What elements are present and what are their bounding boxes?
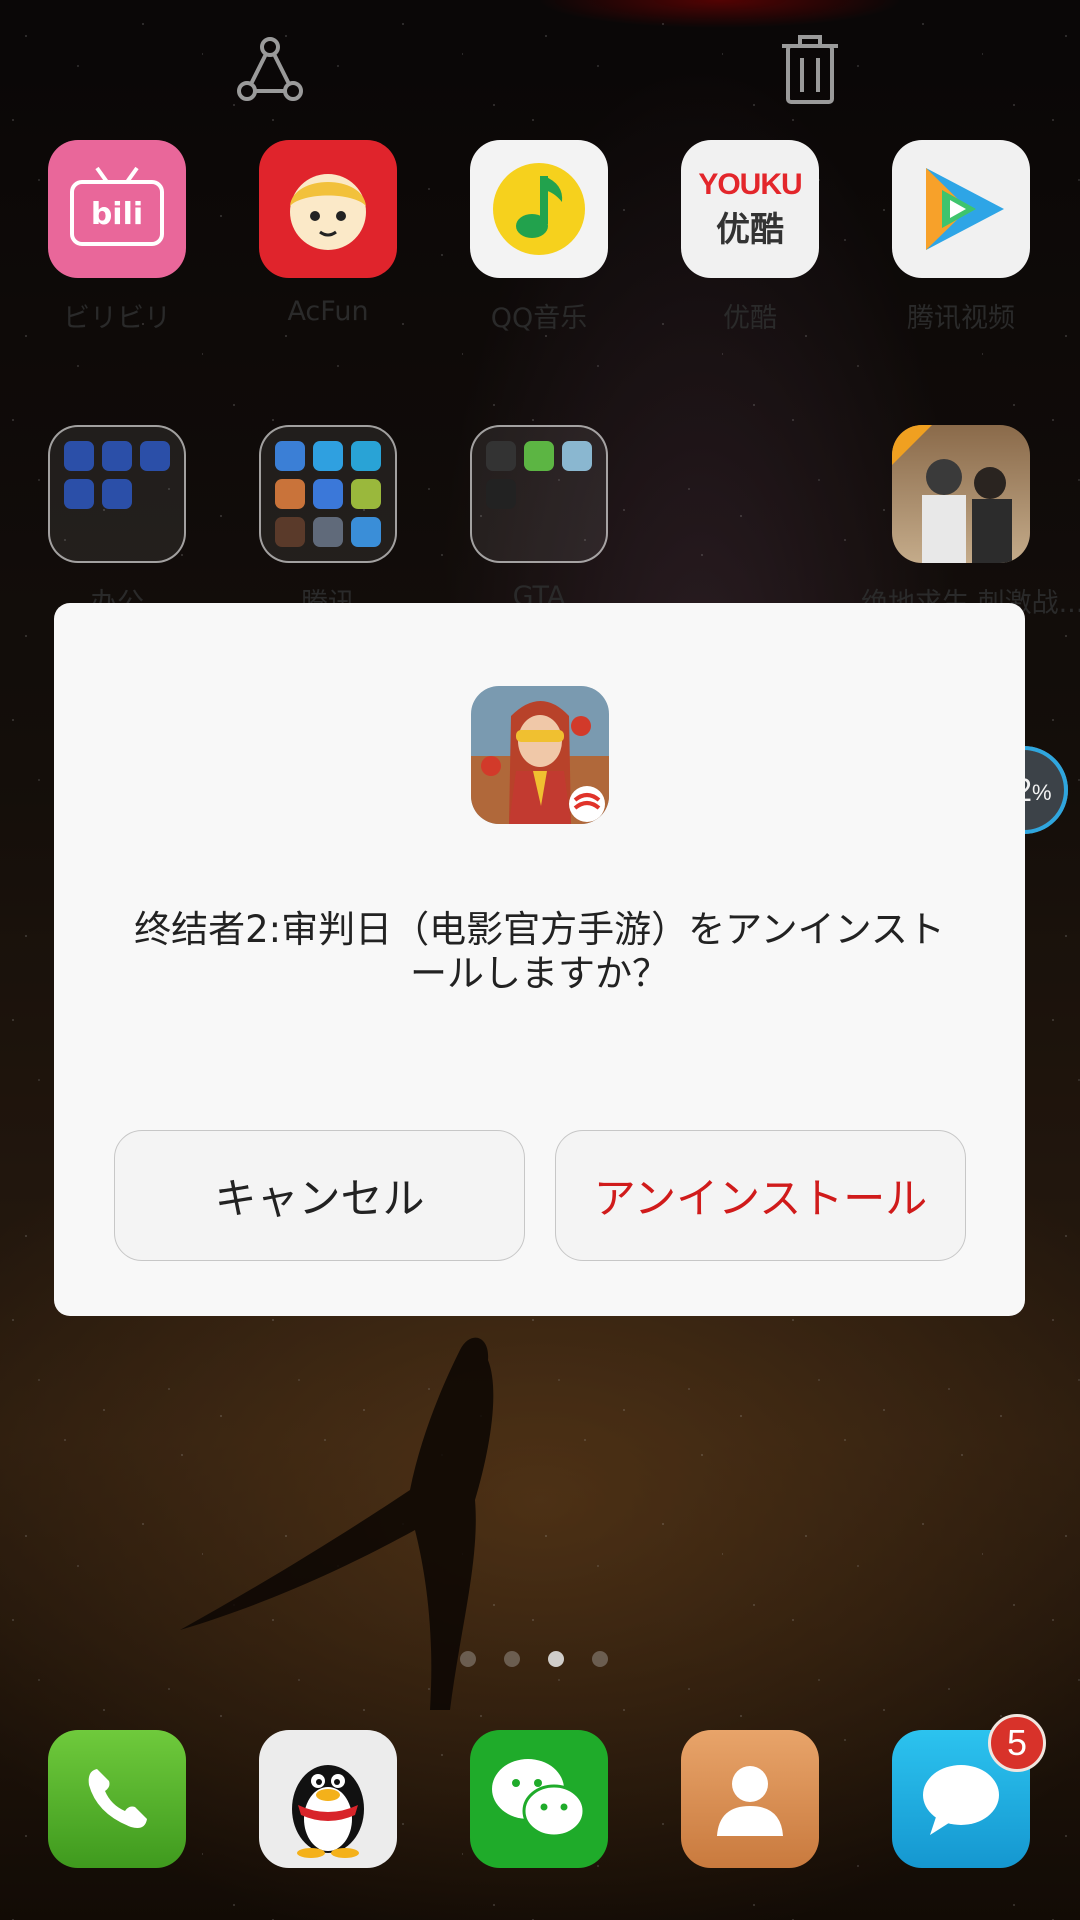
- folder-icon: [48, 425, 186, 563]
- pubg-icon: [892, 425, 1030, 563]
- app-label: ビリビリ: [63, 303, 171, 334]
- app-label: AcFun: [287, 296, 369, 327]
- app-icon-mini: [351, 479, 381, 509]
- tap-icon: [351, 441, 381, 471]
- page-dot: [504, 1651, 520, 1667]
- cancel-button[interactable]: キャンセル: [114, 1130, 525, 1261]
- contact-person-icon: [717, 1766, 783, 1836]
- app-qqmusic[interactable]: QQ音乐: [439, 140, 639, 335]
- dock-messages[interactable]: 5: [892, 1714, 1046, 1868]
- wechat-icon: [492, 1759, 586, 1838]
- folder-tencent[interactable]: 腾讯: [228, 425, 428, 620]
- youku-icon-bottom-text: 优酷: [716, 209, 784, 250]
- page-dot-current: [548, 1651, 564, 1667]
- bilibili-icon: bili: [48, 140, 186, 278]
- page-dot: [592, 1651, 608, 1667]
- qqmusic-icon: [470, 140, 608, 278]
- share-icon: [237, 37, 303, 101]
- terminator-app-icon: [471, 686, 609, 824]
- dock-wechat[interactable]: [470, 1730, 608, 1868]
- phone-icon: [88, 1769, 147, 1828]
- svg-text:bili: bili: [91, 197, 143, 232]
- uninstall-button[interactable]: アンインストール: [555, 1130, 966, 1261]
- word-icon: [64, 441, 94, 471]
- app-icon-mini: [313, 441, 343, 471]
- app-icon-mini: [524, 441, 554, 471]
- app-tencent-video[interactable]: 腾讯视频: [861, 140, 1061, 335]
- youku-icon-top-text: YOUKU: [698, 167, 802, 201]
- app-pubg[interactable]: 绝地求生 刺激战...: [861, 425, 1080, 620]
- tencent-video-icon: [892, 140, 1030, 278]
- uninstall-confirm-message: 终结者2:审判日（电影官方手游）をアンインストールしますか？: [134, 908, 945, 995]
- word-icon: [102, 441, 132, 471]
- folder-gta[interactable]: GTA: [439, 425, 639, 612]
- uninstall-dialog: 终结者2:审判日（电影官方手游）をアンインストールしますか？ キャンセル アンイ…: [54, 603, 1025, 1316]
- app-icon-mini: [275, 479, 305, 509]
- dock-contacts[interactable]: [681, 1730, 819, 1868]
- app-label: 优酷: [723, 303, 777, 334]
- app-icon-mini: [351, 517, 381, 547]
- unread-badge: 5: [988, 1714, 1046, 1772]
- app-label: QQ音乐: [490, 303, 588, 334]
- uninstall-drop-target[interactable]: [770, 30, 850, 110]
- folder-icon: [470, 425, 608, 563]
- acfun-icon: [259, 140, 397, 278]
- folder-icon: [259, 425, 397, 563]
- folder-office[interactable]: 办公: [17, 425, 217, 620]
- star-app-icon: [275, 441, 305, 471]
- page-indicator[interactable]: [460, 1651, 608, 1667]
- qq-penguin-icon: [292, 1765, 364, 1858]
- heart-app-icon: [313, 479, 343, 509]
- app-youku[interactable]: YOUKU 优酷 优酷: [650, 140, 850, 335]
- word-icon: [140, 441, 170, 471]
- storage-percent-unit: %: [1032, 780, 1052, 805]
- word-icon: [102, 479, 132, 509]
- app-icon-mini: [275, 517, 305, 547]
- share-drop-target[interactable]: [230, 30, 310, 110]
- youku-icon: YOUKU 优酷: [681, 140, 819, 278]
- dock-qq[interactable]: [259, 1730, 397, 1868]
- app-icon-mini: [313, 517, 343, 547]
- gta-icon: [486, 441, 516, 471]
- app-acfun[interactable]: AcFun: [228, 140, 428, 327]
- gta-icon: [486, 479, 516, 509]
- app-icon-mini: [562, 441, 592, 471]
- message-bubble-icon: [923, 1765, 999, 1835]
- app-label: 腾讯视频: [907, 303, 1015, 334]
- word-icon: [64, 479, 94, 509]
- dock-phone[interactable]: [48, 1730, 186, 1868]
- trash-icon: [782, 35, 838, 104]
- page-dot: [460, 1651, 476, 1667]
- app-bilibili[interactable]: bili ビリビリ: [17, 140, 217, 335]
